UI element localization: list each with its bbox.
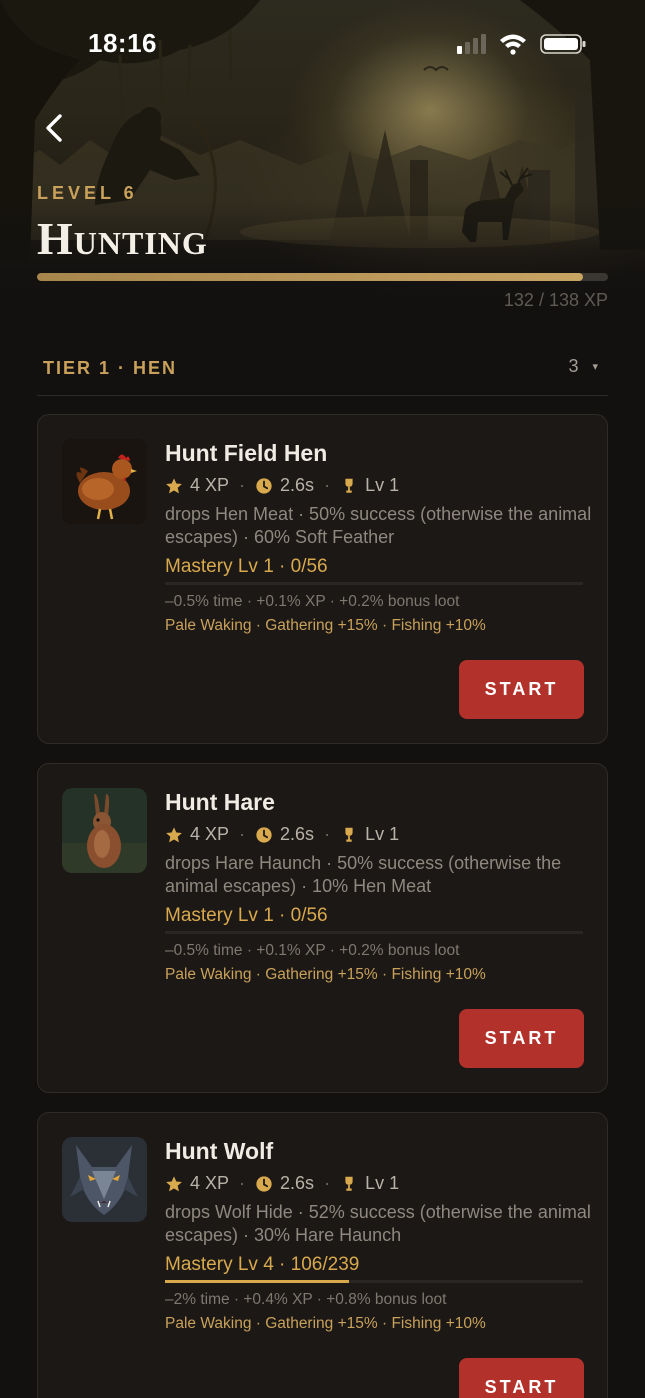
perk-modifiers: Pale Waking · Gathering +15% · Fishing +… [165, 617, 486, 634]
activity-card: Hunt Wolf 4 XP · 2.6s · Lv 1 drops Wolf … [37, 1112, 608, 1398]
separator-dot: · [324, 1173, 331, 1193]
chevron-down-icon: ▾ [592, 361, 598, 373]
trophy-icon [340, 477, 358, 495]
wifi-icon [500, 34, 526, 55]
activity-card: Hunt Field Hen 4 XP · 2.6s · Lv 1 drops … [37, 414, 608, 744]
page-title: Hunting [37, 213, 208, 264]
separator-dot: · [324, 475, 331, 495]
hen-icon [62, 439, 147, 524]
mastery-label: Mastery Lv 4 · 106/239 [165, 1254, 360, 1275]
activity-title: Hunt Wolf [165, 1138, 274, 1164]
activity-description: drops Hen Meat · 50% success (otherwise … [165, 504, 592, 547]
perk-modifiers: Pale Waking · Gathering +15% · Fishing +… [165, 966, 486, 983]
tier-count-value: 3 [568, 356, 579, 376]
hare-icon [62, 788, 147, 873]
duration: 2.6s [280, 824, 315, 844]
mastery-progress-bar [165, 582, 583, 585]
battery-icon [540, 34, 586, 54]
duration: 2.6s [280, 1173, 315, 1193]
xp-progress-bar [37, 273, 608, 281]
perk-modifiers: Pale Waking · Gathering +15% · Fishing +… [165, 1315, 486, 1332]
activity-description: drops Hare Haunch · 50% success (otherwi… [165, 853, 562, 896]
mastery-label: Mastery Lv 1 · 0/56 [165, 905, 328, 926]
activity-stats: 4 XP · 2.6s · Lv 1 [165, 1173, 399, 1194]
cellular-signal-icon [457, 34, 486, 54]
activity-description: drops Wolf Hide · 52% success (otherwise… [165, 1202, 591, 1245]
trophy-icon [340, 826, 358, 844]
star-icon [165, 477, 183, 495]
mastery-bonus: –0.5% time · +0.1% XP · +0.2% bonus loot [165, 593, 460, 610]
mastery-label: Mastery Lv 1 · 0/56 [165, 556, 328, 577]
xp-reward: 4 XP [190, 824, 230, 844]
separator-dot: · [239, 1173, 246, 1193]
hero-banner: 18:16 LEVEL 6 Hunting 132 / 138 XP [0, 0, 645, 320]
clock-icon [255, 1175, 273, 1193]
star-icon [165, 826, 183, 844]
separator-dot: · [324, 824, 331, 844]
level-label: LEVEL 6 [37, 183, 138, 203]
required-level: Lv 1 [365, 475, 400, 495]
xp-reward: 4 XP [190, 475, 230, 495]
required-level: Lv 1 [365, 824, 400, 844]
activity-stats: 4 XP · 2.6s · Lv 1 [165, 824, 399, 845]
start-button[interactable]: START [459, 1009, 584, 1068]
tier-count-dropdown[interactable]: 3 ▾ [568, 356, 598, 377]
duration: 2.6s [280, 475, 315, 495]
tier-header: TIER 1 · HEN 3 ▾ [37, 340, 608, 396]
activity-title: Hunt Hare [165, 789, 275, 815]
start-button[interactable]: START [459, 1358, 584, 1398]
mastery-bonus: –2% time · +0.4% XP · +0.8% bonus loot [165, 1291, 447, 1308]
mastery-progress-bar [165, 931, 583, 934]
clock-icon [255, 477, 273, 495]
clock-icon [255, 826, 273, 844]
chevron-left-icon [46, 114, 62, 142]
mastery-progress-fill [165, 1280, 349, 1283]
status-time: 18:16 [88, 28, 157, 58]
xp-text: 132 / 138 XP [503, 290, 608, 310]
start-button[interactable]: START [459, 660, 584, 719]
activity-card: Hunt Hare 4 XP · 2.6s · Lv 1 drops Hare … [37, 763, 608, 1093]
activity-stats: 4 XP · 2.6s · Lv 1 [165, 475, 399, 496]
trophy-icon [340, 1175, 358, 1193]
star-icon [165, 1175, 183, 1193]
back-button[interactable] [34, 108, 74, 148]
wolf-icon [62, 1137, 147, 1222]
mastery-bonus: –0.5% time · +0.1% XP · +0.2% bonus loot [165, 942, 460, 959]
separator-dot: · [239, 824, 246, 844]
required-level: Lv 1 [365, 1173, 400, 1193]
activity-title: Hunt Field Hen [165, 440, 328, 466]
xp-progress-fill [37, 273, 584, 281]
xp-reward: 4 XP [190, 1173, 230, 1193]
separator-dot: · [239, 475, 246, 495]
status-icons [457, 34, 586, 55]
mastery-progress-bar [165, 1280, 583, 1283]
tier-label: TIER 1 · HEN [43, 358, 178, 378]
